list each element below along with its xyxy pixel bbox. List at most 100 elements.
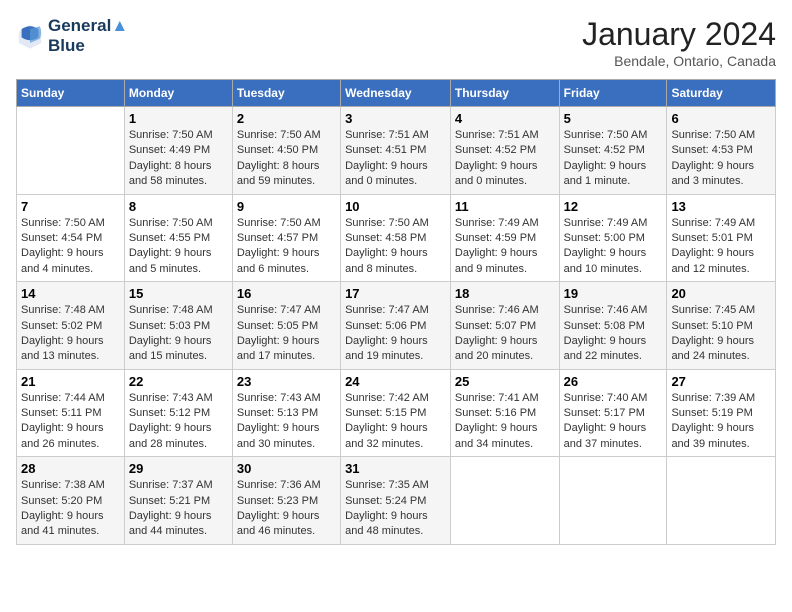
day-number: 25 — [455, 374, 555, 389]
weekday-header-tuesday: Tuesday — [232, 80, 340, 107]
day-number: 11 — [455, 199, 555, 214]
calendar-cell: 18Sunrise: 7:46 AM Sunset: 5:07 PM Dayli… — [450, 282, 559, 370]
day-number: 5 — [564, 111, 663, 126]
calendar-cell: 5 Sunrise: 7:50 AM Sunset: 4:52 PM Daylig… — [559, 107, 667, 195]
calendar-cell: 28 Sunrise: 7:38 AM Sunset: 5:20 PM Dayli… — [17, 457, 125, 545]
calendar-cell: 23 Sunrise: 7:43 AM Sunset: 5:13 PM Dayli… — [232, 369, 340, 457]
week-row-2: 7Sunrise: 7:50 AM Sunset: 4:54 PM Daylig… — [17, 194, 776, 282]
day-number: 30 — [237, 461, 336, 476]
day-number: 17 — [345, 286, 446, 301]
week-row-1: 1 Sunrise: 7:50 AM Sunset: 4:49 PM Daylig… — [17, 107, 776, 195]
calendar-cell: 10Sunrise: 7:50 AM Sunset: 4:58 PM Dayli… — [341, 194, 451, 282]
day-number: 29 — [129, 461, 228, 476]
month-title: January 2024 — [582, 16, 776, 53]
day-number: 1 — [129, 111, 228, 126]
day-info: Sunrise: 7:50 AM Sunset: 4:57 PM Dayligh… — [237, 216, 336, 278]
weekday-header-saturday: Saturday — [667, 80, 776, 107]
day-info: Sunrise: 7:50 AM Sunset: 4:50 PM Dayligh… — [237, 128, 336, 190]
day-number: 4 — [455, 111, 555, 126]
calendar-cell: 13 Sunrise: 7:49 AM Sunset: 5:01 PM Dayli… — [667, 194, 776, 282]
calendar-cell — [17, 107, 125, 195]
calendar-cell: 15 Sunrise: 7:48 AM Sunset: 5:03 PM Dayli… — [124, 282, 232, 370]
calendar-cell: 19 Sunrise: 7:46 AM Sunset: 5:08 PM Dayli… — [559, 282, 667, 370]
day-info: Sunrise: 7:47 AM Sunset: 5:06 PM Dayligh… — [345, 303, 446, 365]
calendar-table: SundayMondayTuesdayWednesdayThursdayFrid… — [16, 79, 776, 545]
day-info: Sunrise: 7:47 AM Sunset: 5:05 PM Dayligh… — [237, 303, 336, 365]
calendar-cell: 25 Sunrise: 7:41 AM Sunset: 5:16 PM Dayli… — [450, 369, 559, 457]
day-number: 23 — [237, 374, 336, 389]
calendar-cell: 29 Sunrise: 7:37 AM Sunset: 5:21 PM Dayli… — [124, 457, 232, 545]
day-info: Sunrise: 7:49 AM Sunset: 4:59 PM Dayligh… — [455, 216, 555, 278]
day-info: Sunrise: 7:50 AM Sunset: 4:52 PM Dayligh… — [564, 128, 663, 190]
day-info: Sunrise: 7:44 AM Sunset: 5:11 PM Dayligh… — [21, 391, 120, 453]
week-row-5: 28 Sunrise: 7:38 AM Sunset: 5:20 PM Dayli… — [17, 457, 776, 545]
day-info: Sunrise: 7:48 AM Sunset: 5:02 PM Dayligh… — [21, 303, 120, 365]
calendar-cell: 4 Sunrise: 7:51 AM Sunset: 4:52 PM Daylig… — [450, 107, 559, 195]
calendar-cell: 11 Sunrise: 7:49 AM Sunset: 4:59 PM Dayli… — [450, 194, 559, 282]
day-number: 16 — [237, 286, 336, 301]
day-info: Sunrise: 7:46 AM Sunset: 5:08 PM Dayligh… — [564, 303, 663, 365]
weekday-header-thursday: Thursday — [450, 80, 559, 107]
day-number: 13 — [671, 199, 771, 214]
day-number: 31 — [345, 461, 446, 476]
calendar-cell: 9 Sunrise: 7:50 AM Sunset: 4:57 PM Daylig… — [232, 194, 340, 282]
calendar-cell — [667, 457, 776, 545]
title-block: January 2024 Bendale, Ontario, Canada — [582, 16, 776, 69]
day-number: 19 — [564, 286, 663, 301]
day-number: 2 — [237, 111, 336, 126]
day-number: 3 — [345, 111, 446, 126]
day-info: Sunrise: 7:41 AM Sunset: 5:16 PM Dayligh… — [455, 391, 555, 453]
weekday-header-friday: Friday — [559, 80, 667, 107]
calendar-cell: 30 Sunrise: 7:36 AM Sunset: 5:23 PM Dayli… — [232, 457, 340, 545]
calendar-cell: 2 Sunrise: 7:50 AM Sunset: 4:50 PM Daylig… — [232, 107, 340, 195]
day-number: 7 — [21, 199, 120, 214]
day-number: 27 — [671, 374, 771, 389]
calendar-cell: 22Sunrise: 7:43 AM Sunset: 5:12 PM Dayli… — [124, 369, 232, 457]
day-number: 9 — [237, 199, 336, 214]
day-info: Sunrise: 7:37 AM Sunset: 5:21 PM Dayligh… — [129, 478, 228, 540]
week-row-4: 21Sunrise: 7:44 AM Sunset: 5:11 PM Dayli… — [17, 369, 776, 457]
day-info: Sunrise: 7:50 AM Sunset: 4:53 PM Dayligh… — [671, 128, 771, 190]
day-info: Sunrise: 7:43 AM Sunset: 5:13 PM Dayligh… — [237, 391, 336, 453]
day-info: Sunrise: 7:35 AM Sunset: 5:24 PM Dayligh… — [345, 478, 446, 540]
calendar-cell — [559, 457, 667, 545]
page-header: General▲ Blue January 2024 Bendale, Onta… — [16, 16, 776, 69]
day-info: Sunrise: 7:42 AM Sunset: 5:15 PM Dayligh… — [345, 391, 446, 453]
day-info: Sunrise: 7:51 AM Sunset: 4:51 PM Dayligh… — [345, 128, 446, 190]
calendar-cell: 1 Sunrise: 7:50 AM Sunset: 4:49 PM Daylig… — [124, 107, 232, 195]
day-info: Sunrise: 7:40 AM Sunset: 5:17 PM Dayligh… — [564, 391, 663, 453]
calendar-cell: 6 Sunrise: 7:50 AM Sunset: 4:53 PM Daylig… — [667, 107, 776, 195]
day-number: 22 — [129, 374, 228, 389]
calendar-cell: 8Sunrise: 7:50 AM Sunset: 4:55 PM Daylig… — [124, 194, 232, 282]
day-info: Sunrise: 7:50 AM Sunset: 4:49 PM Dayligh… — [129, 128, 228, 190]
day-info: Sunrise: 7:51 AM Sunset: 4:52 PM Dayligh… — [455, 128, 555, 190]
day-number: 15 — [129, 286, 228, 301]
day-info: Sunrise: 7:36 AM Sunset: 5:23 PM Dayligh… — [237, 478, 336, 540]
calendar-cell: 26 Sunrise: 7:40 AM Sunset: 5:17 PM Dayli… — [559, 369, 667, 457]
location: Bendale, Ontario, Canada — [582, 53, 776, 69]
calendar-cell: 16 Sunrise: 7:47 AM Sunset: 5:05 PM Dayli… — [232, 282, 340, 370]
logo-icon — [16, 22, 44, 50]
logo: General▲ Blue — [16, 16, 128, 57]
week-row-3: 14Sunrise: 7:48 AM Sunset: 5:02 PM Dayli… — [17, 282, 776, 370]
calendar-cell: 12 Sunrise: 7:49 AM Sunset: 5:00 PM Dayli… — [559, 194, 667, 282]
day-info: Sunrise: 7:38 AM Sunset: 5:20 PM Dayligh… — [21, 478, 120, 540]
weekday-header-monday: Monday — [124, 80, 232, 107]
weekday-header-wednesday: Wednesday — [341, 80, 451, 107]
day-number: 12 — [564, 199, 663, 214]
calendar-cell: 7Sunrise: 7:50 AM Sunset: 4:54 PM Daylig… — [17, 194, 125, 282]
day-number: 10 — [345, 199, 446, 214]
day-number: 26 — [564, 374, 663, 389]
weekday-header-row: SundayMondayTuesdayWednesdayThursdayFrid… — [17, 80, 776, 107]
day-info: Sunrise: 7:45 AM Sunset: 5:10 PM Dayligh… — [671, 303, 771, 365]
calendar-cell: 21Sunrise: 7:44 AM Sunset: 5:11 PM Dayli… — [17, 369, 125, 457]
day-info: Sunrise: 7:49 AM Sunset: 5:01 PM Dayligh… — [671, 216, 771, 278]
day-info: Sunrise: 7:49 AM Sunset: 5:00 PM Dayligh… — [564, 216, 663, 278]
day-info: Sunrise: 7:46 AM Sunset: 5:07 PM Dayligh… — [455, 303, 555, 365]
day-info: Sunrise: 7:39 AM Sunset: 5:19 PM Dayligh… — [671, 391, 771, 453]
day-number: 6 — [671, 111, 771, 126]
day-number: 28 — [21, 461, 120, 476]
day-info: Sunrise: 7:50 AM Sunset: 4:55 PM Dayligh… — [129, 216, 228, 278]
day-number: 24 — [345, 374, 446, 389]
day-info: Sunrise: 7:48 AM Sunset: 5:03 PM Dayligh… — [129, 303, 228, 365]
